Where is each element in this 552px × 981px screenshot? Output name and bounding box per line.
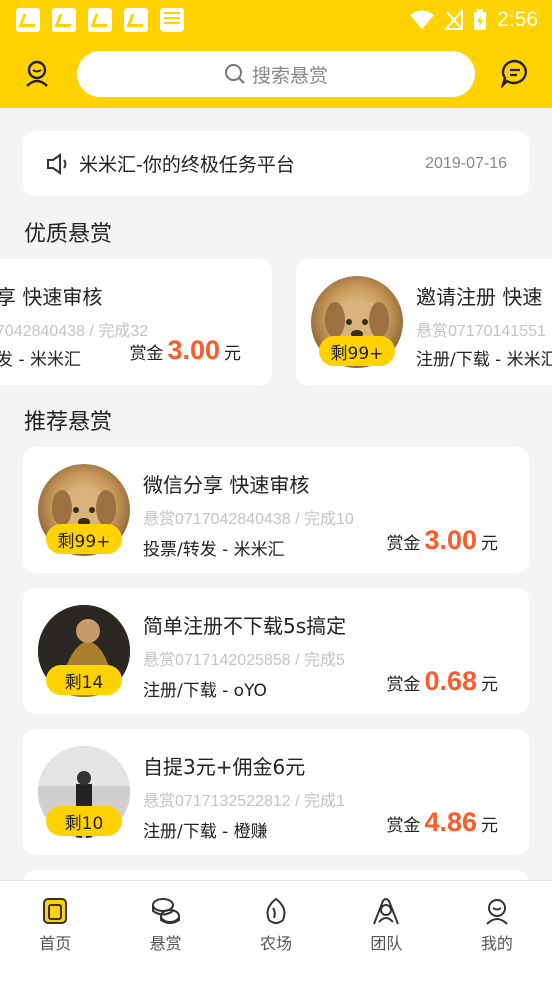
reward-unit: 元 bbox=[481, 675, 498, 695]
reward-amount: 0.68 bbox=[424, 666, 477, 696]
task-id: 悬赏0717042840438 / 完成10 bbox=[143, 511, 354, 528]
search-input[interactable]: 搜索悬赏 bbox=[77, 51, 475, 97]
task-tag: 注册/下载 - 橙赚 bbox=[143, 822, 268, 842]
signal-icon bbox=[445, 10, 464, 30]
home-icon bbox=[43, 898, 68, 924]
remaining-badge: 剩10 bbox=[46, 806, 122, 836]
remaining-badge: 剩14 bbox=[46, 665, 122, 695]
user-icon bbox=[486, 899, 508, 925]
reward-unit: 元 bbox=[224, 344, 241, 364]
status-bar: 2:56 bbox=[0, 0, 552, 40]
task-title: 简单注册不下载5s搞定 bbox=[143, 614, 347, 638]
top-header: 搜索悬赏 bbox=[0, 40, 552, 108]
tab-home[interactable]: 首页 bbox=[0, 881, 110, 981]
announcement-text: 米米汇-你的终极任务平台 bbox=[79, 154, 295, 176]
speaker-icon bbox=[47, 152, 67, 175]
task-tag: 注册/下载 - 米米汇 bbox=[416, 350, 552, 370]
task-reward: 赏金 4.86 元 bbox=[386, 807, 498, 838]
notification-app-icon bbox=[124, 8, 148, 32]
task-title: 微信分享 快速审核 bbox=[143, 473, 310, 497]
reward-label: 赏金 bbox=[386, 534, 421, 554]
recommended-section-title: 推荐悬赏 bbox=[24, 410, 113, 435]
team-icon bbox=[373, 898, 400, 925]
announcement-bar[interactable]: 米米汇-你的终极任务平台 2019-07-16 bbox=[23, 131, 529, 196]
featured-section-title: 优质悬赏 bbox=[24, 222, 113, 247]
notification-icons bbox=[16, 8, 184, 32]
tab-farm[interactable]: 农场 bbox=[221, 881, 331, 981]
task-reward: 赏金 0.68 元 bbox=[386, 666, 498, 697]
search-icon bbox=[224, 64, 245, 84]
featured-card[interactable]: 享 快速审核 7042840438 / 完成32 发 - 米米汇 赏金 3.00… bbox=[0, 259, 272, 385]
status-time: 2:56 bbox=[497, 8, 538, 31]
bottom-tab-bar: 首页 悬赏 农场 团队 我的 bbox=[0, 880, 552, 981]
task-title: 邀请注册 快速 bbox=[416, 285, 543, 309]
wifi-icon bbox=[410, 10, 435, 29]
reward-label: 赏金 bbox=[386, 816, 421, 836]
task-id: 悬赏0717142025858 / 完成5 bbox=[143, 652, 345, 669]
tab-rewards[interactable]: 悬赏 bbox=[110, 881, 220, 981]
messages-button[interactable] bbox=[498, 56, 532, 90]
featured-carousel[interactable]: 享 快速审核 7042840438 / 完成32 发 - 米米汇 赏金 3.00… bbox=[0, 259, 552, 385]
task-tag: 发 - 米米汇 bbox=[0, 350, 81, 370]
task-title: 自提3元+佣金6元 bbox=[143, 755, 306, 779]
reward-label: 赏金 bbox=[129, 344, 164, 364]
tab-label: 悬赏 bbox=[149, 934, 182, 953]
tab-mine[interactable]: 我的 bbox=[442, 881, 552, 981]
reward-unit: 元 bbox=[481, 534, 498, 554]
reward-unit: 元 bbox=[481, 816, 498, 836]
task-reward: 赏金 3.00 元 bbox=[386, 525, 498, 556]
task-reward: 赏金 3.00 元 bbox=[129, 335, 241, 366]
remaining-badge: 剩99+ bbox=[319, 336, 395, 366]
user-icon bbox=[26, 60, 48, 87]
notification-app-icon bbox=[88, 8, 112, 32]
tab-label: 团队 bbox=[370, 934, 403, 953]
coins-icon bbox=[151, 898, 180, 924]
featured-card[interactable]: 剩99+ 邀请注册 快速 悬赏07170141551 注册/下载 - 米米汇 bbox=[296, 259, 552, 385]
task-id: 悬赏0717132522812 / 完成1 bbox=[143, 793, 345, 810]
remaining-badge: 剩99+ bbox=[46, 524, 122, 554]
notification-bag-icon bbox=[160, 8, 184, 32]
reward-amount: 4.86 bbox=[424, 807, 477, 837]
task-card[interactable]: 剩99+ 微信分享 快速审核 悬赏0717042840438 / 完成10 投票… bbox=[23, 447, 529, 573]
announcement-date: 2019-07-16 bbox=[425, 154, 507, 172]
search-placeholder: 搜索悬赏 bbox=[251, 64, 328, 87]
reward-amount: 3.00 bbox=[167, 335, 220, 365]
chat-icon bbox=[500, 59, 527, 88]
reward-label: 赏金 bbox=[386, 675, 421, 695]
tab-team[interactable]: 团队 bbox=[331, 881, 441, 981]
seed-icon bbox=[266, 897, 286, 924]
task-card[interactable]: 剩14 简单注册不下载5s搞定 悬赏0717142025858 / 完成5 注册… bbox=[23, 588, 529, 714]
task-title: 享 快速审核 bbox=[0, 285, 103, 309]
task-card[interactable]: 剩10 自提3元+佣金6元 悬赏0717132522812 / 完成1 注册/下… bbox=[23, 729, 529, 855]
tab-label: 农场 bbox=[260, 934, 293, 953]
tab-label: 首页 bbox=[39, 934, 72, 953]
tab-label: 我的 bbox=[480, 934, 513, 953]
notification-app-icon bbox=[52, 8, 76, 32]
notification-app-icon bbox=[16, 8, 40, 32]
reward-amount: 3.00 bbox=[424, 525, 477, 555]
profile-button[interactable] bbox=[20, 56, 54, 90]
battery-icon bbox=[474, 9, 487, 30]
task-id: 7042840438 / 完成32 bbox=[0, 323, 149, 340]
task-tag: 投票/转发 - 米米汇 bbox=[143, 540, 285, 560]
task-id: 悬赏07170141551 bbox=[416, 323, 546, 340]
task-tag: 注册/下载 - oYO bbox=[143, 681, 267, 701]
